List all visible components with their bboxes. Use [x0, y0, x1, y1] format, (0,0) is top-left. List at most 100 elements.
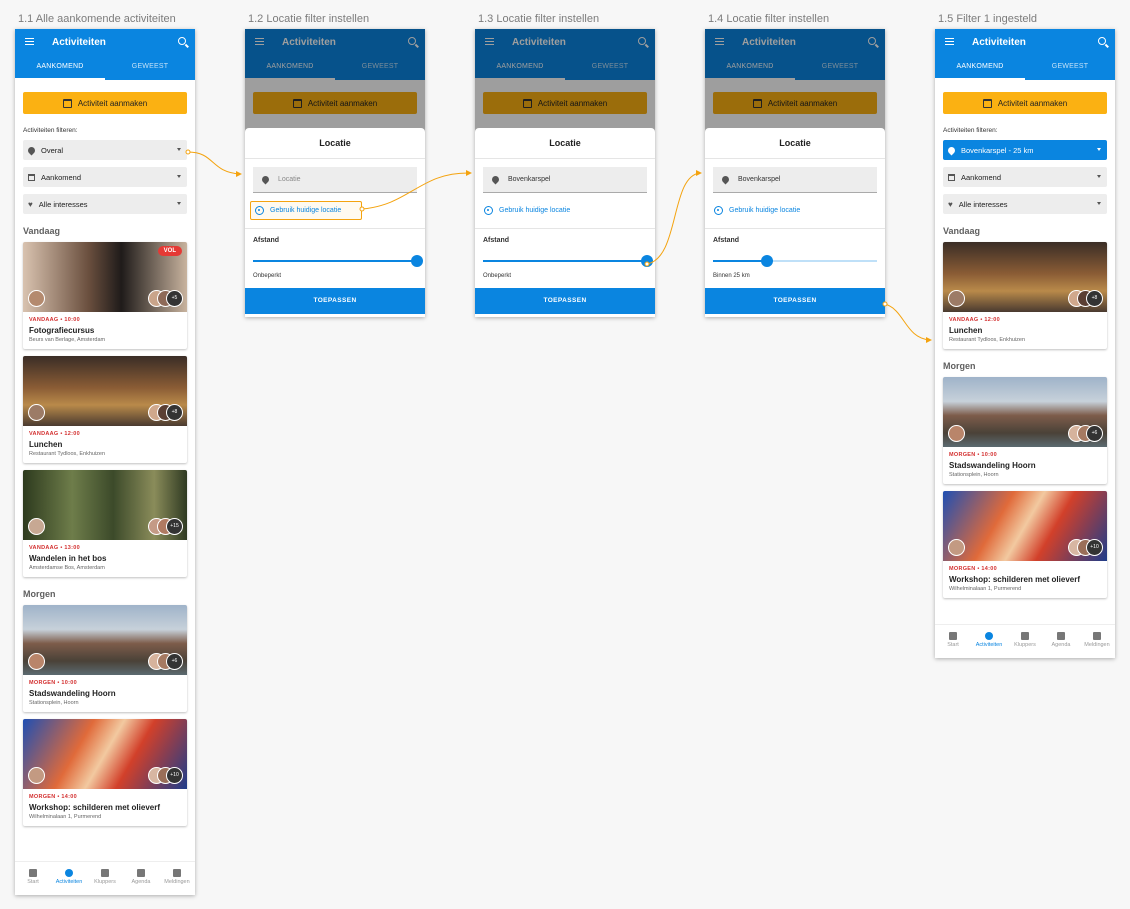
app-title: Activiteiten: [52, 37, 106, 48]
home-icon: [949, 632, 957, 640]
activity-date: VANDAAG • 13:00: [29, 545, 80, 551]
tab-geweest[interactable]: GEWEEST: [1025, 56, 1115, 80]
location-filter[interactable]: Overal: [23, 140, 187, 160]
activity-card[interactable]: +8 VANDAAG • 12:00 Lunchen Restaurant Ty…: [23, 356, 187, 463]
participant-avatars: +10: [148, 767, 183, 784]
distance-slider[interactable]: [713, 254, 877, 268]
bell-icon: [1093, 632, 1101, 640]
nav-kluppers[interactable]: Kluppers: [87, 862, 123, 895]
screen-2: Activiteiten AANKOMEND GEWEEST Activiteit…: [245, 29, 425, 317]
activity-location: Stationsplein, Hoorn: [29, 700, 79, 706]
time-filter[interactable]: Aankomend: [943, 167, 1107, 187]
distance-slider[interactable]: [253, 254, 423, 268]
interest-filter[interactable]: ♥ Alle interesses: [23, 194, 187, 214]
flow-arrowhead-2: [466, 170, 472, 176]
nav-start[interactable]: Start: [935, 625, 971, 658]
section-tomorrow: Morgen: [943, 361, 976, 371]
use-current-location-button[interactable]: Gebruik huidige locatie: [480, 201, 650, 220]
menu-icon[interactable]: [25, 38, 34, 45]
location-input[interactable]: Locatie: [253, 167, 417, 193]
activity-location: Wilhelminalaan 1, Purmerend: [949, 586, 1022, 592]
use-current-location-button[interactable]: Gebruik huidige locatie: [250, 201, 362, 220]
section-today: Vandaag: [943, 226, 981, 236]
dropdown-icon: [177, 175, 181, 178]
activity-card[interactable]: +8 VANDAAG • 12:00 Lunchen Restaurant Ty…: [943, 242, 1107, 349]
screen-title-5: 1.5 Filter 1 ingesteld: [938, 13, 1038, 25]
search-icon[interactable]: [1098, 37, 1106, 45]
flow-arrowhead-3: [696, 170, 702, 176]
participant-avatars: +8: [1068, 290, 1103, 307]
create-activity-button[interactable]: Activiteit aanmaken: [943, 92, 1107, 114]
distance-slider[interactable]: [483, 254, 653, 268]
screen-4: Activiteiten AANKOMEND GEWEEST Activiteit…: [705, 29, 885, 317]
screen-title-1: 1.1 Alle aankomende activiteiten: [18, 13, 176, 25]
calendar-icon: [948, 173, 955, 181]
avatar: [28, 767, 45, 784]
participant-avatars: +6: [1068, 425, 1103, 442]
activity-card[interactable]: +6 MORGEN • 10:00 Stadswandeling Hoorn S…: [23, 605, 187, 712]
activity-image: +6: [943, 377, 1107, 447]
calendar-icon: [62, 98, 72, 108]
dropdown-icon: [1097, 148, 1101, 151]
avatar: [28, 653, 45, 670]
activity-title: Wandelen in het bos: [29, 554, 107, 563]
dialog-title: Locatie: [705, 128, 885, 159]
nav-meldingen[interactable]: Meldingen: [1079, 625, 1115, 658]
menu-icon[interactable]: [945, 38, 954, 45]
activity-card[interactable]: +10 MORGEN • 14:00 Workshop: schilderen …: [943, 491, 1107, 598]
activity-location: Beurs van Berlage, Amsterdam: [29, 337, 106, 343]
slider-knob[interactable]: [761, 255, 774, 267]
activity-title: Lunchen: [29, 440, 63, 449]
section-today: Vandaag: [23, 226, 61, 236]
participant-avatars: +10: [1068, 539, 1103, 556]
nav-meldingen[interactable]: Meldingen: [159, 862, 195, 895]
create-activity-button[interactable]: Activiteit aanmaken: [23, 92, 187, 114]
activity-card[interactable]: +6 MORGEN • 10:00 Stadswandeling Hoorn S…: [943, 377, 1107, 484]
distance-label: Afstand: [713, 237, 740, 244]
apply-button[interactable]: TOEPASSEN: [475, 288, 655, 314]
avatar: [948, 425, 965, 442]
nav-activiteiten[interactable]: Activiteiten: [51, 862, 87, 895]
distance-value: Onbeperkt: [483, 273, 512, 279]
app-bar: Activiteiten AANKOMEND GEWEEST: [935, 29, 1115, 80]
avatar: [948, 539, 965, 556]
gps-icon: [714, 206, 723, 215]
activity-image: +10: [943, 491, 1107, 561]
apply-button[interactable]: TOEPASSEN: [245, 288, 425, 314]
apply-button[interactable]: TOEPASSEN: [705, 288, 885, 314]
nav-agenda[interactable]: Agenda: [1043, 625, 1079, 658]
slider-knob[interactable]: [411, 255, 423, 267]
activity-card[interactable]: VOL +5 VANDAAG • 10:00 Fotografiecursus …: [23, 242, 187, 349]
flow-arrow-4: [884, 303, 931, 341]
dropdown-icon: [177, 202, 181, 205]
nav-agenda[interactable]: Agenda: [123, 862, 159, 895]
activity-date: MORGEN • 10:00: [949, 452, 997, 458]
bell-icon: [173, 869, 181, 877]
tab-aankomend[interactable]: AANKOMEND: [15, 56, 105, 80]
nav-start[interactable]: Start: [15, 862, 51, 895]
location-input[interactable]: Bovenkarspel: [713, 167, 877, 193]
activity-card[interactable]: +15 VANDAAG • 13:00 Wandelen in het bos …: [23, 470, 187, 577]
nav-activiteiten[interactable]: Activiteiten: [971, 625, 1007, 658]
activity-image: +6: [23, 605, 187, 675]
location-input[interactable]: Bovenkarspel: [483, 167, 647, 193]
calendar-icon: [982, 98, 992, 108]
search-icon: [985, 632, 993, 640]
full-badge: VOL: [157, 246, 182, 256]
activity-card[interactable]: +10 MORGEN • 14:00 Workshop: schilderen …: [23, 719, 187, 826]
app-bar: Activiteiten AANKOMEND GEWEEST: [15, 29, 195, 80]
interest-filter[interactable]: ♥ Alle interesses: [943, 194, 1107, 214]
slider-knob[interactable]: [641, 255, 653, 267]
nav-kluppers[interactable]: Kluppers: [1007, 625, 1043, 658]
heart-icon: ♥: [28, 199, 33, 209]
tab-geweest[interactable]: GEWEEST: [105, 56, 195, 80]
use-current-location-button[interactable]: Gebruik huidige locatie: [710, 201, 880, 220]
screen-title-3: 1.3 Locatie filter instellen: [478, 13, 600, 25]
avatar: [28, 290, 45, 307]
search-icon[interactable]: [178, 37, 186, 45]
location-dialog: Locatie Bovenkarspel Gebruik huidige loc…: [705, 128, 885, 314]
time-filter[interactable]: Aankomend: [23, 167, 187, 187]
bottom-nav: Start Activiteiten Kluppers Agenda Meldi…: [15, 861, 195, 895]
tab-aankomend[interactable]: AANKOMEND: [935, 56, 1025, 80]
location-filter[interactable]: Bovenkarspel - 25 km: [943, 140, 1107, 160]
